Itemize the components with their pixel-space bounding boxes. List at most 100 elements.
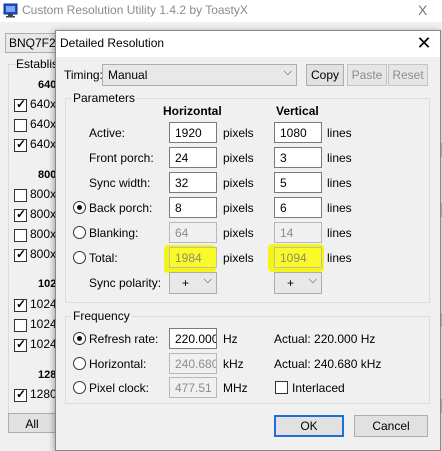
chevron-down-icon: ⌵ [203, 274, 212, 286]
checkbox[interactable] [14, 119, 27, 133]
refresh-rate-radio[interactable] [73, 332, 86, 345]
frequency-group-label: Frequency [71, 309, 132, 323]
horizontal-header: Horizontal [163, 104, 222, 118]
checkbox[interactable] [14, 247, 27, 263]
main-close-icon[interactable]: X [418, 2, 427, 18]
resolution-checkbox-item[interactable]: 1024 [14, 317, 57, 333]
total-radio[interactable] [73, 251, 86, 264]
unit-pixels: pixels [223, 226, 254, 240]
sync-polarity-v-value: + [287, 276, 295, 290]
sync-polarity-h-select[interactable]: + ⌵ [169, 272, 217, 294]
pixel-clock-label: Pixel clock: [89, 381, 150, 395]
unit-lines: lines [327, 151, 352, 165]
back-porch-v-input[interactable]: 6 [274, 197, 322, 218]
timing-label: Timing: [64, 68, 103, 82]
sync-width-v-input[interactable]: 5 [274, 172, 322, 193]
paste-button[interactable]: Paste [347, 64, 387, 86]
main-titlebar: Custom Resolution Utility 1.4.2 by Toast… [0, 0, 442, 22]
resolution-checkbox-item[interactable]: 1280 [14, 387, 57, 403]
resolution-checkbox-item[interactable]: 640x [14, 117, 56, 133]
horizontal-actual: Actual: 240.680 kHz [274, 357, 382, 371]
pixel-clock-radio[interactable] [73, 381, 86, 394]
active-h-input[interactable]: 1920 [169, 122, 217, 143]
resolution-checkbox-item[interactable]: 800x [14, 207, 56, 223]
checkbox[interactable] [14, 319, 27, 333]
checkbox[interactable] [14, 337, 27, 353]
active-v-input[interactable]: 1080 [274, 122, 322, 143]
timing-value: Manual [108, 68, 148, 82]
reset-button[interactable]: Reset [388, 64, 428, 86]
chevron-down-icon: ⌵ [283, 66, 292, 78]
chevron-down-icon: ⌵ [308, 274, 317, 286]
checkbox[interactable] [14, 229, 27, 243]
blanking-label: Blanking: [89, 226, 139, 240]
section-head-800: 800 [38, 169, 57, 181]
unit-lines: lines [327, 126, 352, 140]
sync-width-label: Sync width: [89, 176, 151, 190]
cancel-button[interactable]: Cancel [354, 415, 428, 437]
pixel-clock-unit: MHz [223, 381, 248, 395]
total-v-input[interactable]: 1094 [274, 247, 322, 268]
sync-polarity-v-select[interactable]: + ⌵ [274, 272, 322, 294]
front-porch-v-input[interactable]: 3 [274, 147, 322, 168]
unit-lines: lines [327, 176, 352, 190]
resolution-checkbox-item[interactable]: 1024 [14, 337, 57, 353]
unit-lines: lines [327, 251, 352, 265]
refresh-rate-actual: Actual: 220.000 Hz [274, 332, 376, 346]
unit-lines: lines [327, 226, 352, 240]
all-button[interactable]: All [8, 413, 56, 433]
unit-pixels: pixels [223, 251, 254, 265]
refresh-rate-input[interactable]: 220.000 [169, 328, 217, 349]
close-icon[interactable]: ✕ [414, 34, 434, 54]
total-label: Total: [89, 251, 118, 265]
refresh-rate-label: Refresh rate: [89, 332, 159, 346]
blanking-radio[interactable] [73, 226, 86, 239]
horizontal-radio[interactable] [73, 357, 86, 370]
back-porch-label: Back porch: [89, 201, 153, 215]
resolution-checkbox-item[interactable]: 800x [14, 187, 56, 203]
checkbox[interactable] [14, 207, 27, 223]
horizontal-input[interactable]: 240.680 [169, 353, 217, 374]
front-porch-h-input[interactable]: 24 [169, 147, 217, 168]
checkbox[interactable] [14, 97, 27, 113]
established-group-label: Establis [16, 57, 59, 71]
interlaced-checkbox[interactable] [275, 381, 288, 394]
front-porch-label: Front porch: [89, 151, 154, 165]
horizontal-unit: kHz [223, 357, 244, 371]
pixel-clock-input[interactable]: 477.51 [169, 377, 217, 398]
vertical-header: Vertical [276, 104, 319, 118]
horizontal-label: Horizontal: [89, 357, 147, 371]
checkbox[interactable] [14, 387, 27, 403]
dialog-title: Detailed Resolution [60, 36, 165, 50]
blanking-h-input[interactable]: 64 [169, 222, 217, 243]
sync-width-h-input[interactable]: 32 [169, 172, 217, 193]
back-porch-radio[interactable] [73, 201, 86, 214]
unit-pixels: pixels [223, 201, 254, 215]
unit-pixels: pixels [223, 176, 254, 190]
interlaced-label: Interlaced [292, 381, 345, 395]
blanking-v-input[interactable]: 14 [274, 222, 322, 243]
app-monitor-icon [3, 3, 18, 18]
section-head-1280: 128 [38, 369, 57, 381]
resolution-checkbox-item[interactable]: 1024 [14, 297, 57, 313]
sync-polarity-label: Sync polarity: [89, 276, 162, 290]
unit-pixels: pixels [223, 126, 254, 140]
resolution-checkbox-item[interactable]: 800x [14, 247, 56, 263]
checkbox[interactable] [14, 297, 27, 313]
unit-pixels: pixels [223, 151, 254, 165]
back-porch-h-input[interactable]: 8 [169, 197, 217, 218]
main-window-title: Custom Resolution Utility 1.4.2 by Toast… [22, 3, 248, 17]
sync-polarity-h-value: + [182, 276, 190, 290]
ok-button[interactable]: OK [274, 415, 344, 437]
resolution-checkbox-item[interactable]: 640x [14, 137, 56, 153]
refresh-rate-unit: Hz [223, 332, 238, 346]
checkbox[interactable] [14, 137, 27, 153]
timing-select[interactable]: Manual ⌵ [102, 64, 297, 86]
copy-button[interactable]: Copy [306, 64, 344, 86]
total-h-input[interactable]: 1984 [169, 247, 217, 268]
section-head-640: 640 [38, 79, 57, 91]
resolution-checkbox-item[interactable]: 640x [14, 97, 56, 113]
checkbox[interactable] [14, 189, 27, 203]
resolution-checkbox-item[interactable]: 800x [14, 227, 56, 243]
parameters-group-label: Parameters [71, 91, 138, 105]
